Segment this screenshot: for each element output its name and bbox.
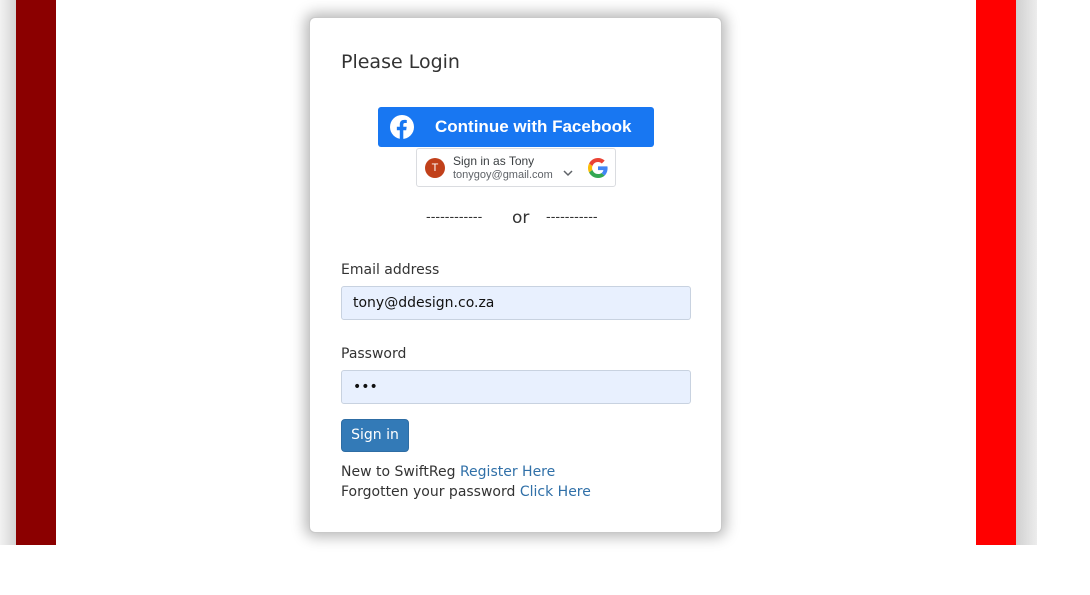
- password-label: Password: [341, 346, 407, 362]
- chevron-down-icon[interactable]: [562, 168, 574, 178]
- register-line: New to SwiftReg Register Here: [341, 464, 555, 480]
- password-field[interactable]: [341, 370, 691, 404]
- divider-dashes-left: ------------: [426, 210, 483, 225]
- register-link[interactable]: Register Here: [460, 464, 555, 480]
- login-card: Please Login Continue with Facebook T Si…: [309, 17, 722, 533]
- avatar: T: [425, 158, 445, 178]
- forgot-password-line: Forgotten your password Click Here: [341, 484, 591, 500]
- divider-dashes-right: -----------: [546, 210, 598, 225]
- facebook-button-label: Continue with Facebook: [435, 117, 632, 136]
- or-divider: ------------ or -----------: [310, 208, 721, 230]
- forgot-password-link[interactable]: Click Here: [520, 484, 591, 500]
- forgot-password-text: Forgotten your password: [341, 484, 516, 500]
- divider-or: or: [512, 208, 530, 228]
- page-background: Please Login Continue with Facebook T Si…: [0, 0, 1090, 545]
- facebook-login-button[interactable]: Continue with Facebook: [378, 107, 654, 147]
- facebook-logo-icon: [390, 115, 414, 139]
- right-accent-bar: [976, 0, 1016, 545]
- google-account-email: tonygoy@gmail.com: [453, 169, 553, 181]
- left-shadow: [0, 0, 16, 545]
- google-signin-button[interactable]: T Sign in as Tony tonygoy@gmail.com: [416, 148, 616, 187]
- email-label: Email address: [341, 262, 440, 278]
- register-text: New to SwiftReg: [341, 464, 456, 480]
- google-account-name: Sign in as Tony: [453, 154, 535, 168]
- email-field[interactable]: [341, 286, 691, 320]
- google-logo-icon: [588, 158, 608, 178]
- left-accent-bar: [16, 0, 56, 545]
- sign-in-button[interactable]: Sign in: [341, 419, 409, 452]
- login-title: Please Login: [341, 51, 460, 73]
- right-shadow: [1016, 0, 1037, 545]
